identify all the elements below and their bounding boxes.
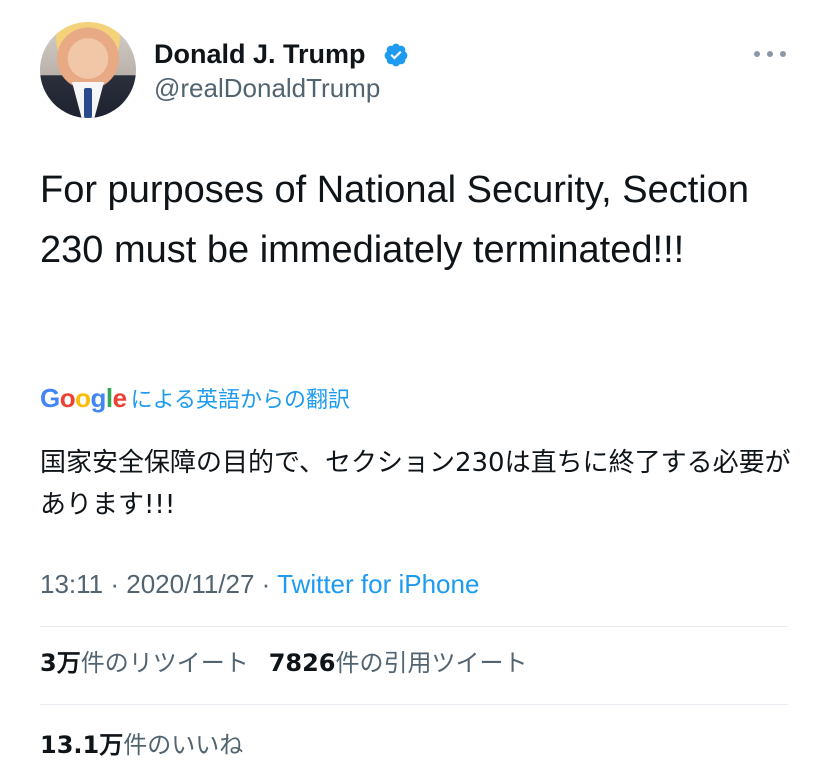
google-logo: Google	[40, 383, 127, 413]
stats-row-retweets: 3万件のリツイート 7826件の引用ツイート	[40, 646, 528, 680]
tweet-date[interactable]: 2020/11/27	[126, 569, 254, 599]
divider	[40, 626, 788, 627]
tweet-source-link[interactable]: Twitter for iPhone	[277, 569, 479, 599]
tweet-meta: 13:11 · 2020/11/27 · Twitter for iPhone	[40, 566, 479, 602]
likes-label: 件のいいね	[123, 731, 244, 759]
quotes-label: 件の引用ツイート	[335, 649, 528, 677]
retweets-stat[interactable]: 3万件のリツイート	[40, 649, 249, 677]
verified-badge-icon	[384, 43, 408, 67]
likes-stat[interactable]: 13.1万件のいいね	[40, 731, 243, 759]
translation-attribution[interactable]: Google による英語からの翻訳	[40, 382, 350, 414]
more-dot	[780, 51, 786, 57]
more-dot	[754, 51, 760, 57]
likes-count: 13.1万	[40, 731, 124, 759]
display-name[interactable]: Donald J. Trump	[154, 38, 366, 70]
tweet-time[interactable]: 13:11	[40, 569, 103, 599]
avatar[interactable]	[40, 22, 136, 118]
translation-label: による英語からの翻訳	[130, 388, 350, 413]
quotes-stat[interactable]: 7826件の引用ツイート	[269, 649, 528, 677]
avatar-tie	[84, 88, 92, 118]
more-dot	[767, 51, 773, 57]
retweets-label: 件のリツイート	[80, 649, 249, 677]
translated-text: 国家安全保障の目的で、セクション230は直ちに終了する必要があります!!!	[40, 448, 791, 520]
user-handle[interactable]: @realDonaldTrump	[154, 72, 380, 104]
quotes-count: 7826	[268, 649, 336, 677]
meta-separator: ·	[254, 569, 278, 599]
meta-separator: ·	[103, 569, 127, 599]
retweets-count: 3万	[40, 649, 81, 677]
divider	[40, 704, 788, 705]
more-horizontal-icon[interactable]	[754, 44, 786, 64]
stats-row-likes: 13.1万件のいいね	[40, 728, 243, 762]
tweet-text: For purposes of National Security, Secti…	[40, 169, 749, 271]
